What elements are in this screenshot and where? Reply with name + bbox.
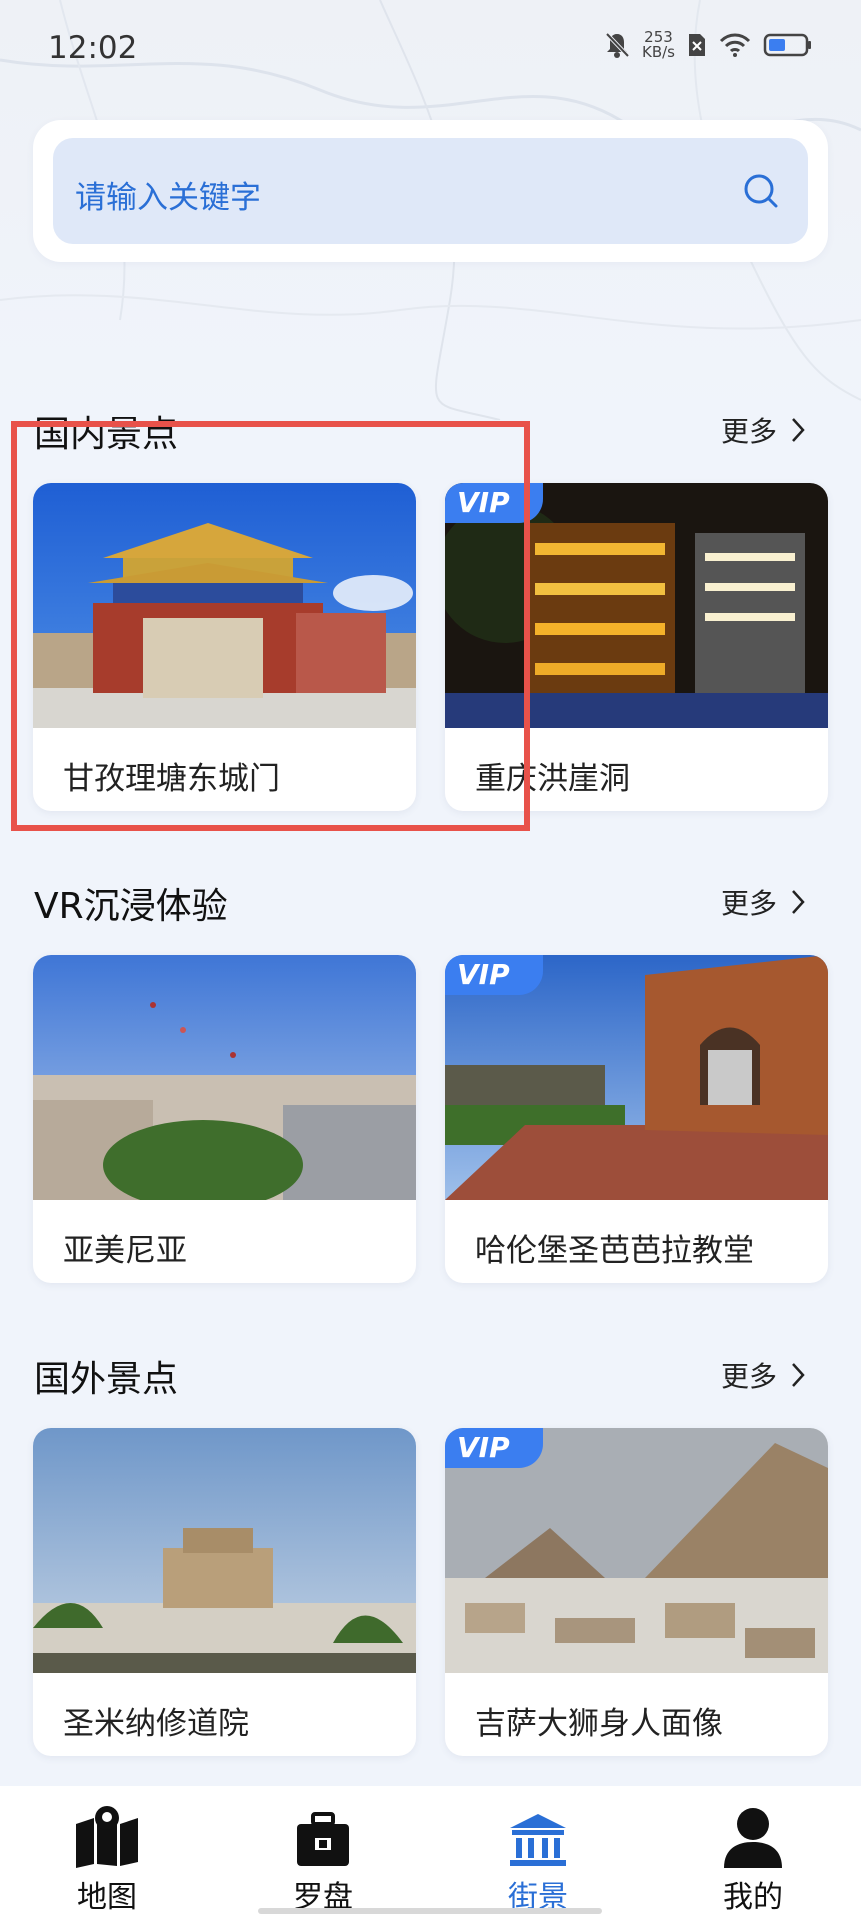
- home-indicator[interactable]: [258, 1908, 602, 1914]
- search-placeholder: 请输入关键字: [75, 180, 261, 216]
- scenic-photo: [33, 955, 416, 1200]
- scenic-name: 圣米纳修道院: [63, 1706, 249, 1742]
- scenic-photo: [33, 1428, 416, 1673]
- chevron-right-icon: [792, 890, 805, 914]
- mute-bell-icon: [605, 32, 630, 58]
- wifi-icon: [719, 33, 751, 57]
- scenic-card-st-mina[interactable]: 圣米纳修道院: [33, 1428, 416, 1756]
- scenic-card-hongyadong[interactable]: VIP 重庆洪崖洞: [445, 483, 828, 811]
- nav-label: 地图: [77, 1880, 137, 1915]
- scenic-photo: [33, 483, 416, 728]
- status-time: 12:02: [48, 30, 138, 66]
- vip-badge: VIP: [445, 483, 543, 523]
- network-speed: 253 KB/s: [642, 30, 675, 60]
- section-title-foreign: 国外景点: [34, 1359, 179, 1400]
- chevron-right-icon: [792, 418, 805, 442]
- museum-icon: [510, 1814, 566, 1866]
- nav-mine[interactable]: 我的: [678, 1798, 828, 1916]
- vip-badge: VIP: [445, 955, 543, 995]
- search-icon[interactable]: [742, 172, 780, 210]
- compass-box-icon: [297, 1812, 349, 1866]
- scenic-name: 吉萨大狮身人面像: [475, 1706, 723, 1742]
- status-bar: 12:02 253 KB/s: [0, 0, 861, 100]
- nav-map[interactable]: 地图: [32, 1798, 182, 1916]
- more-link-domestic[interactable]: 更多: [721, 410, 805, 450]
- battery-icon: [763, 33, 811, 57]
- chevron-right-icon: [792, 1363, 805, 1387]
- no-sim-icon: [689, 34, 705, 56]
- scenic-card-sphinx[interactable]: VIP 吉萨大狮身人面像: [445, 1428, 828, 1756]
- more-label: 更多: [720, 415, 777, 448]
- scenic-name: 甘孜理塘东城门: [63, 761, 280, 797]
- speed-unit: KB/s: [642, 43, 675, 61]
- vip-badge: VIP: [445, 1428, 543, 1468]
- scenic-card-litang-gate[interactable]: 甘孜理塘东城门: [33, 483, 416, 811]
- nav-streetview[interactable]: 街景: [463, 1798, 613, 1916]
- search-card: 请输入关键字: [33, 120, 828, 262]
- nav-compass[interactable]: 罗盘: [248, 1798, 398, 1916]
- more-link-foreign[interactable]: 更多: [721, 1355, 805, 1395]
- scenic-card-harburg-church[interactable]: VIP 哈伦堡圣芭芭拉教堂: [445, 955, 828, 1283]
- user-icon: [724, 1808, 782, 1868]
- scenic-card-armenia[interactable]: 亚美尼亚: [33, 955, 416, 1283]
- bottom-nav: 地图 罗盘 街景 我的: [0, 1786, 861, 1920]
- scenic-name: 重庆洪崖洞: [475, 761, 630, 797]
- more-label: 更多: [720, 1360, 777, 1393]
- nav-label: 我的: [723, 1880, 783, 1915]
- more-label: 更多: [720, 887, 777, 920]
- scenic-name: 亚美尼亚: [63, 1233, 187, 1269]
- scenic-name: 哈伦堡圣芭芭拉教堂: [475, 1233, 754, 1269]
- more-link-vr[interactable]: 更多: [721, 882, 805, 922]
- map-icon: [76, 1806, 138, 1868]
- status-icons: 253 KB/s: [604, 30, 813, 60]
- section-title-vr: VR沉浸体验: [34, 886, 228, 927]
- section-title-domestic: 国内景点: [34, 414, 179, 455]
- search-input[interactable]: 请输入关键字: [53, 138, 808, 244]
